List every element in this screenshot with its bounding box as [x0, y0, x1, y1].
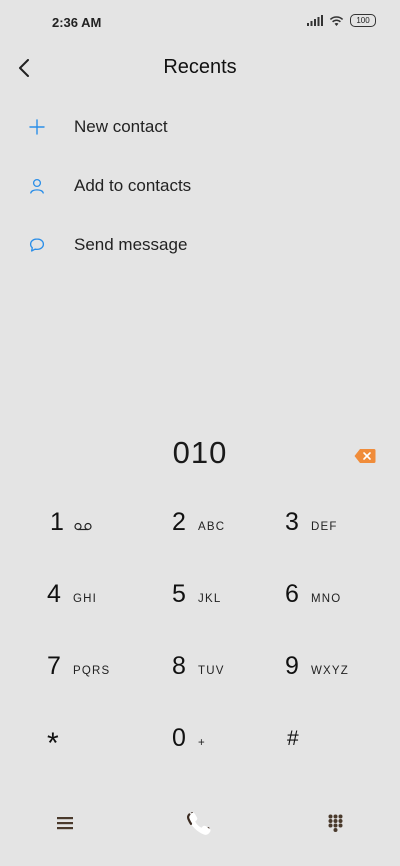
key-2-letters: ABC: [198, 521, 226, 533]
key-6[interactable]: 6 MNO: [285, 560, 400, 624]
status-bar: 2:36 AM 100: [0, 0, 400, 44]
dialpad-icon: [328, 814, 342, 832]
new-contact-button[interactable]: New contact: [0, 97, 400, 156]
key-3-digit: 3: [285, 508, 299, 536]
key-hash[interactable]: #: [287, 704, 400, 768]
header: Recents: [0, 48, 400, 88]
key-6-digit: 6: [285, 580, 299, 608]
wifi-icon: [329, 15, 344, 26]
key-8-digit: 8: [172, 652, 186, 680]
voicemail-icon: [74, 522, 92, 531]
backspace-icon[interactable]: [354, 448, 376, 464]
key-1[interactable]: 1: [50, 488, 170, 552]
person-icon: [28, 177, 46, 195]
key-hash-digit: #: [287, 727, 299, 750]
key-0-letters: +: [198, 737, 206, 749]
menu-button[interactable]: [48, 806, 82, 840]
number-display-row: 010: [0, 435, 400, 479]
key-3-letters: DEF: [311, 521, 338, 533]
status-time: 2:36 AM: [52, 15, 102, 30]
key-3[interactable]: 3 DEF: [285, 488, 400, 552]
key-1-digit: 1: [50, 508, 64, 536]
message-bubble-icon: [28, 236, 46, 254]
key-9-digit: 9: [285, 652, 299, 680]
add-to-contacts-button[interactable]: Add to contacts: [0, 156, 400, 215]
key-2[interactable]: 2 ABC: [172, 488, 292, 552]
page-title: Recents: [163, 56, 237, 78]
key-9[interactable]: 9 WXYZ: [285, 632, 400, 696]
key-4[interactable]: 4 GHI: [47, 560, 167, 624]
key-9-letters: WXYZ: [311, 665, 350, 677]
key-star-digit: *: [47, 727, 59, 760]
key-star[interactable]: *: [47, 704, 167, 768]
key-8-letters: TUV: [198, 665, 225, 677]
signal-icon: [307, 15, 323, 26]
hamburger-menu-icon: [57, 817, 73, 830]
send-message-button[interactable]: Send message: [0, 215, 400, 274]
key-2-digit: 2: [172, 508, 186, 536]
phone-handset-icon: [187, 812, 211, 836]
add-to-contacts-label: Add to contacts: [74, 175, 192, 195]
key-0[interactable]: 0 +: [172, 704, 292, 768]
new-contact-label: New contact: [74, 116, 168, 136]
send-message-label: Send message: [74, 234, 188, 254]
plus-icon: [28, 118, 46, 136]
keypad-toggle-button[interactable]: [318, 806, 352, 840]
bottom-bar: [0, 792, 400, 852]
key-5-digit: 5: [172, 580, 186, 608]
dialed-number: 010: [172, 435, 228, 470]
key-5[interactable]: 5 JKL: [172, 560, 292, 624]
key-7-digit: 7: [47, 652, 61, 680]
key-4-letters: GHI: [73, 593, 98, 605]
key-7-letters: PQRS: [73, 665, 111, 677]
key-5-letters: JKL: [198, 593, 222, 605]
key-7[interactable]: 7 PQRS: [47, 632, 167, 696]
key-8[interactable]: 8 TUV: [172, 632, 292, 696]
key-0-digit: 0: [172, 724, 186, 752]
battery-indicator: 100: [350, 14, 376, 27]
action-list: New contact Add to contacts Send message: [0, 97, 400, 274]
status-icons: 100: [307, 14, 376, 27]
call-button[interactable]: [183, 806, 217, 840]
key-4-digit: 4: [47, 580, 61, 608]
key-6-letters: MNO: [311, 593, 342, 605]
